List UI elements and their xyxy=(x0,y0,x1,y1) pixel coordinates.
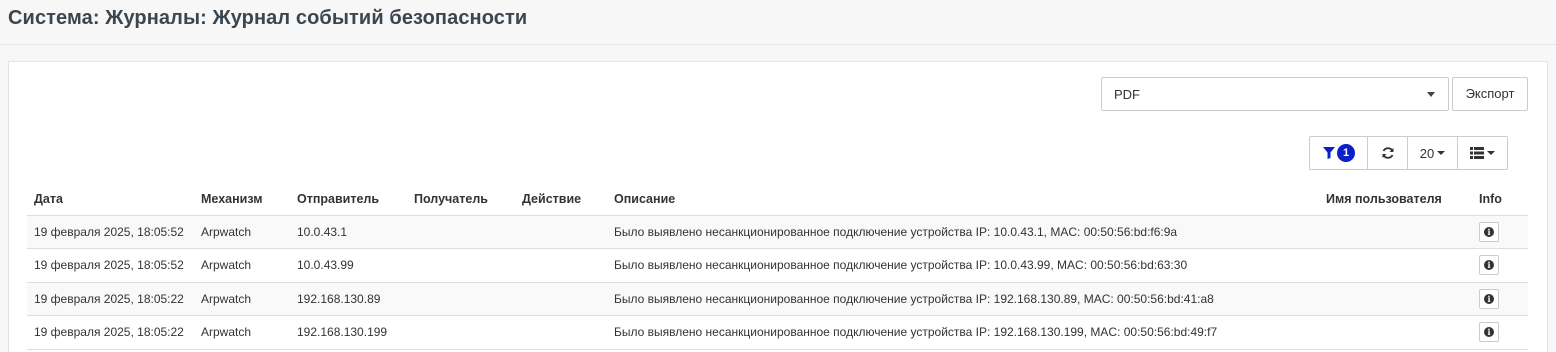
cell-sender: 10.0.43.1 xyxy=(290,215,407,249)
column-header-sender[interactable]: Отправитель xyxy=(290,183,407,216)
cell-recipient xyxy=(407,248,515,283)
table-row: 19 февраля 2025, 18:05:52 Arpwatch 10.0.… xyxy=(27,215,1528,249)
security-events-table: Дата Механизм Отправитель Получатель Дей… xyxy=(27,183,1528,350)
cell-action xyxy=(515,248,607,283)
cell-recipient xyxy=(407,215,515,249)
cell-date: 19 февраля 2025, 18:05:22 xyxy=(27,282,194,316)
cell-info: i xyxy=(1472,282,1528,316)
info-button[interactable]: i xyxy=(1479,255,1499,276)
info-circle-icon: i xyxy=(1484,260,1494,271)
filter-icon xyxy=(1323,147,1335,159)
info-circle-icon: i xyxy=(1484,327,1494,338)
cell-username xyxy=(1319,215,1472,249)
export-button[interactable]: Экспорт xyxy=(1452,77,1528,111)
info-circle-icon: i xyxy=(1484,293,1494,304)
cell-mechanism: Arpwatch xyxy=(194,248,290,283)
column-header-recipient[interactable]: Получатель xyxy=(407,183,515,216)
filter-count-badge: 1 xyxy=(1337,144,1355,162)
table-row: 19 февраля 2025, 18:05:22 Arpwatch 192.1… xyxy=(27,315,1528,350)
info-button[interactable]: i xyxy=(1479,322,1499,343)
cell-mechanism: Arpwatch xyxy=(194,215,290,249)
chevron-down-icon xyxy=(1427,92,1435,97)
info-circle-icon: i xyxy=(1484,226,1494,237)
chevron-down-icon xyxy=(1487,151,1495,155)
cell-date: 19 февраля 2025, 18:05:52 xyxy=(27,248,194,283)
cell-mechanism: Arpwatch xyxy=(194,315,290,350)
cell-username xyxy=(1319,248,1472,283)
column-header-info: Info xyxy=(1472,183,1528,216)
table-row: 19 февраля 2025, 18:05:52 Arpwatch 10.0.… xyxy=(27,248,1528,283)
cell-info: i xyxy=(1472,215,1528,249)
column-header-description[interactable]: Описание xyxy=(607,183,1319,216)
columns-list-icon xyxy=(1470,147,1484,159)
cell-sender: 192.168.130.199 xyxy=(290,315,407,350)
column-header-mechanism[interactable]: Механизм xyxy=(194,183,290,216)
chevron-down-icon xyxy=(1437,151,1446,155)
table-row: 19 февраля 2025, 18:05:22 Arpwatch 192.1… xyxy=(27,282,1528,316)
info-button[interactable]: i xyxy=(1479,288,1499,309)
filter-button[interactable]: 1 xyxy=(1310,137,1368,169)
cell-info: i xyxy=(1472,248,1528,283)
page-size-dropdown[interactable]: 20 xyxy=(1408,137,1458,169)
cell-date: 19 февраля 2025, 18:05:22 xyxy=(27,315,194,350)
cell-action xyxy=(515,282,607,316)
refresh-button[interactable] xyxy=(1368,137,1408,169)
column-header-action[interactable]: Действие xyxy=(515,183,607,216)
cell-description: Было выявлено несанкционированное подклю… xyxy=(607,282,1319,316)
column-header-date[interactable]: Дата xyxy=(27,183,194,216)
cell-info: i xyxy=(1472,315,1528,350)
page-header: Система: Журналы: Журнал событий безопас… xyxy=(0,0,1556,45)
table-toolbar: 1 20 xyxy=(1309,136,1508,170)
export-format-value: PDF xyxy=(1114,87,1140,102)
cell-username xyxy=(1319,315,1472,350)
page-title: Система: Журналы: Журнал событий безопас… xyxy=(8,7,528,29)
cell-action xyxy=(515,315,607,350)
cell-action xyxy=(515,215,607,249)
export-format-select[interactable]: PDF xyxy=(1101,77,1449,111)
cell-description: Было выявлено несанкционированное подклю… xyxy=(607,315,1319,350)
column-header-username[interactable]: Имя пользователя xyxy=(1319,183,1472,216)
cell-sender: 10.0.43.99 xyxy=(290,248,407,283)
cell-recipient xyxy=(407,282,515,316)
cell-date: 19 февраля 2025, 18:05:52 xyxy=(27,215,194,249)
cell-recipient xyxy=(407,315,515,350)
cell-sender: 192.168.130.89 xyxy=(290,282,407,316)
cell-mechanism: Arpwatch xyxy=(194,282,290,316)
info-button[interactable]: i xyxy=(1479,221,1499,242)
page-size-value: 20 xyxy=(1419,145,1435,161)
log-panel: PDF Экспорт 1 20 Дата Механизм Отправите… xyxy=(8,61,1548,352)
columns-dropdown[interactable] xyxy=(1458,137,1507,169)
cell-username xyxy=(1319,282,1472,316)
cell-description: Было выявлено несанкционированное подклю… xyxy=(607,248,1319,283)
cell-description: Было выявлено несанкционированное подклю… xyxy=(607,215,1319,249)
table-header-row: Дата Механизм Отправитель Получатель Дей… xyxy=(27,183,1528,216)
refresh-icon xyxy=(1382,147,1393,159)
